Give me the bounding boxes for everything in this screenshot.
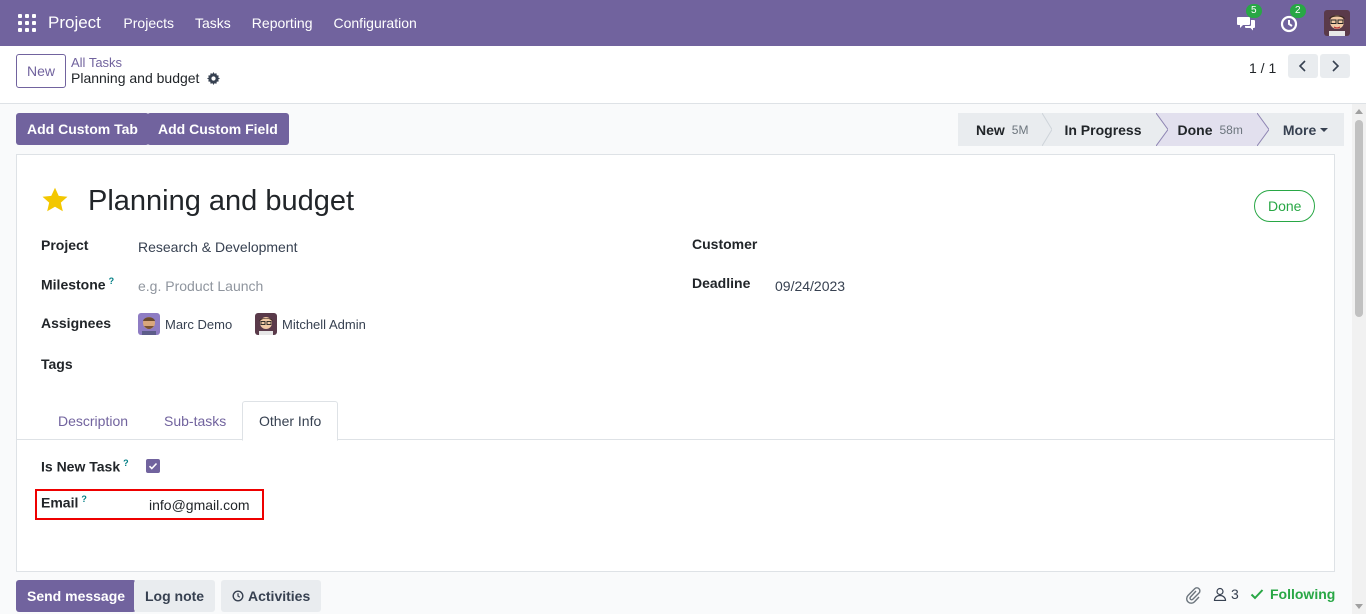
milestone-field[interactable]: e.g. Product Launch <box>138 278 263 294</box>
stage-new[interactable]: New 5M <box>958 113 1043 146</box>
new-record-button[interactable]: New <box>16 54 67 88</box>
help-icon[interactable]: ? <box>81 494 87 504</box>
tab-sub-tasks[interactable]: Sub-tasks <box>148 401 242 440</box>
following-button[interactable]: Following <box>1250 586 1335 602</box>
avatar <box>255 313 277 335</box>
check-icon <box>1250 589 1264 600</box>
email-label: Email? <box>41 494 87 511</box>
pager-next-button[interactable] <box>1320 54 1350 78</box>
tab-other-info[interactable]: Other Info <box>242 401 339 441</box>
scroll-up-arrow[interactable] <box>1355 109 1363 114</box>
page-scrollbar[interactable] <box>1352 104 1366 614</box>
form-sheet: Planning and budget Done Project Researc… <box>16 154 1335 572</box>
apps-grid-icon[interactable] <box>18 14 36 32</box>
assignee-tag[interactable]: Marc Demo <box>138 313 232 335</box>
stage-in-progress[interactable]: In Progress <box>1052 113 1156 146</box>
user-icon <box>1213 587 1227 601</box>
breadcrumb-current-label: Planning and budget <box>71 70 200 86</box>
tab-description[interactable]: Description <box>42 401 144 440</box>
stage-arrow-separator <box>1256 113 1269 146</box>
customer-label: Customer <box>692 236 758 252</box>
messages-button[interactable]: 5 <box>1236 4 1262 33</box>
control-panel: New All Tasks Planning and budget 1 / 1 <box>0 46 1366 104</box>
paperclip-icon <box>1185 587 1201 604</box>
menu-tasks[interactable]: Tasks <box>185 15 242 31</box>
stage-statusbar: New 5M In Progress Done 58m More <box>958 113 1345 146</box>
milestone-label: Milestone? <box>41 276 115 293</box>
assignees-label: Assignees <box>41 315 112 331</box>
pager-value[interactable]: 1 / 1 <box>1249 60 1276 76</box>
stage-arrow-separator <box>1042 113 1053 146</box>
project-label: Project <box>41 237 89 253</box>
breadcrumb-all-tasks[interactable]: All Tasks <box>71 55 122 70</box>
breadcrumb-current: Planning and budget <box>71 70 221 86</box>
activities-button[interactable]: 2 <box>1280 4 1306 33</box>
deadline-label: Deadline <box>692 275 751 291</box>
help-icon[interactable]: ? <box>109 276 115 286</box>
star-icon[interactable] <box>41 186 69 214</box>
pager-previous-button[interactable] <box>1288 54 1318 78</box>
followers-count: 3 <box>1231 586 1239 602</box>
gear-icon[interactable] <box>207 71 221 85</box>
deadline-field[interactable]: 09/24/2023 <box>775 278 845 294</box>
stage-more-dropdown[interactable]: More <box>1268 113 1345 146</box>
assignee-tag[interactable]: Mitchell Admin <box>255 313 366 335</box>
log-note-button[interactable]: Log note <box>134 580 216 612</box>
is-new-task-checkbox[interactable] <box>146 459 160 473</box>
help-icon[interactable]: ? <box>123 458 129 468</box>
attachment-button[interactable] <box>1185 586 1201 604</box>
messages-count-badge: 5 <box>1246 4 1262 18</box>
chevron-left-icon <box>1298 60 1306 72</box>
state-badge[interactable]: Done <box>1254 190 1316 222</box>
clock-icon <box>232 590 244 602</box>
task-title[interactable]: Planning and budget <box>88 185 354 218</box>
followers-button[interactable]: 3 <box>1213 586 1239 602</box>
stage-arrow-separator <box>1155 113 1168 146</box>
activities-button[interactable]: Activities <box>221 580 322 612</box>
add-custom-field-button[interactable]: Add Custom Field <box>147 113 289 145</box>
scroll-thumb[interactable] <box>1355 120 1363 317</box>
caret-down-icon <box>1320 127 1329 132</box>
menu-projects[interactable]: Projects <box>113 15 185 31</box>
email-field[interactable]: info@gmail.com <box>149 497 250 513</box>
avatar <box>138 313 160 335</box>
menu-configuration[interactable]: Configuration <box>323 15 427 31</box>
activities-count-badge: 2 <box>1290 4 1306 18</box>
add-custom-tab-button[interactable]: Add Custom Tab <box>16 113 149 145</box>
top-navbar: Project Projects Tasks Reporting Configu… <box>0 0 1366 46</box>
user-avatar[interactable] <box>1324 10 1350 36</box>
send-message-button[interactable]: Send message <box>16 580 137 612</box>
notebook-tabs: Description Sub-tasks Other Info <box>17 401 1334 441</box>
chevron-right-icon <box>1332 60 1340 72</box>
is-new-task-label: Is New Task? <box>41 458 129 475</box>
checkmark-icon <box>148 462 158 470</box>
project-field[interactable]: Research & Development <box>138 239 298 255</box>
app-brand[interactable]: Project <box>48 13 101 33</box>
tags-label: Tags <box>41 356 73 372</box>
scroll-down-arrow[interactable] <box>1355 604 1363 609</box>
stage-done[interactable]: Done 58m <box>1167 113 1257 146</box>
menu-reporting[interactable]: Reporting <box>241 15 323 31</box>
